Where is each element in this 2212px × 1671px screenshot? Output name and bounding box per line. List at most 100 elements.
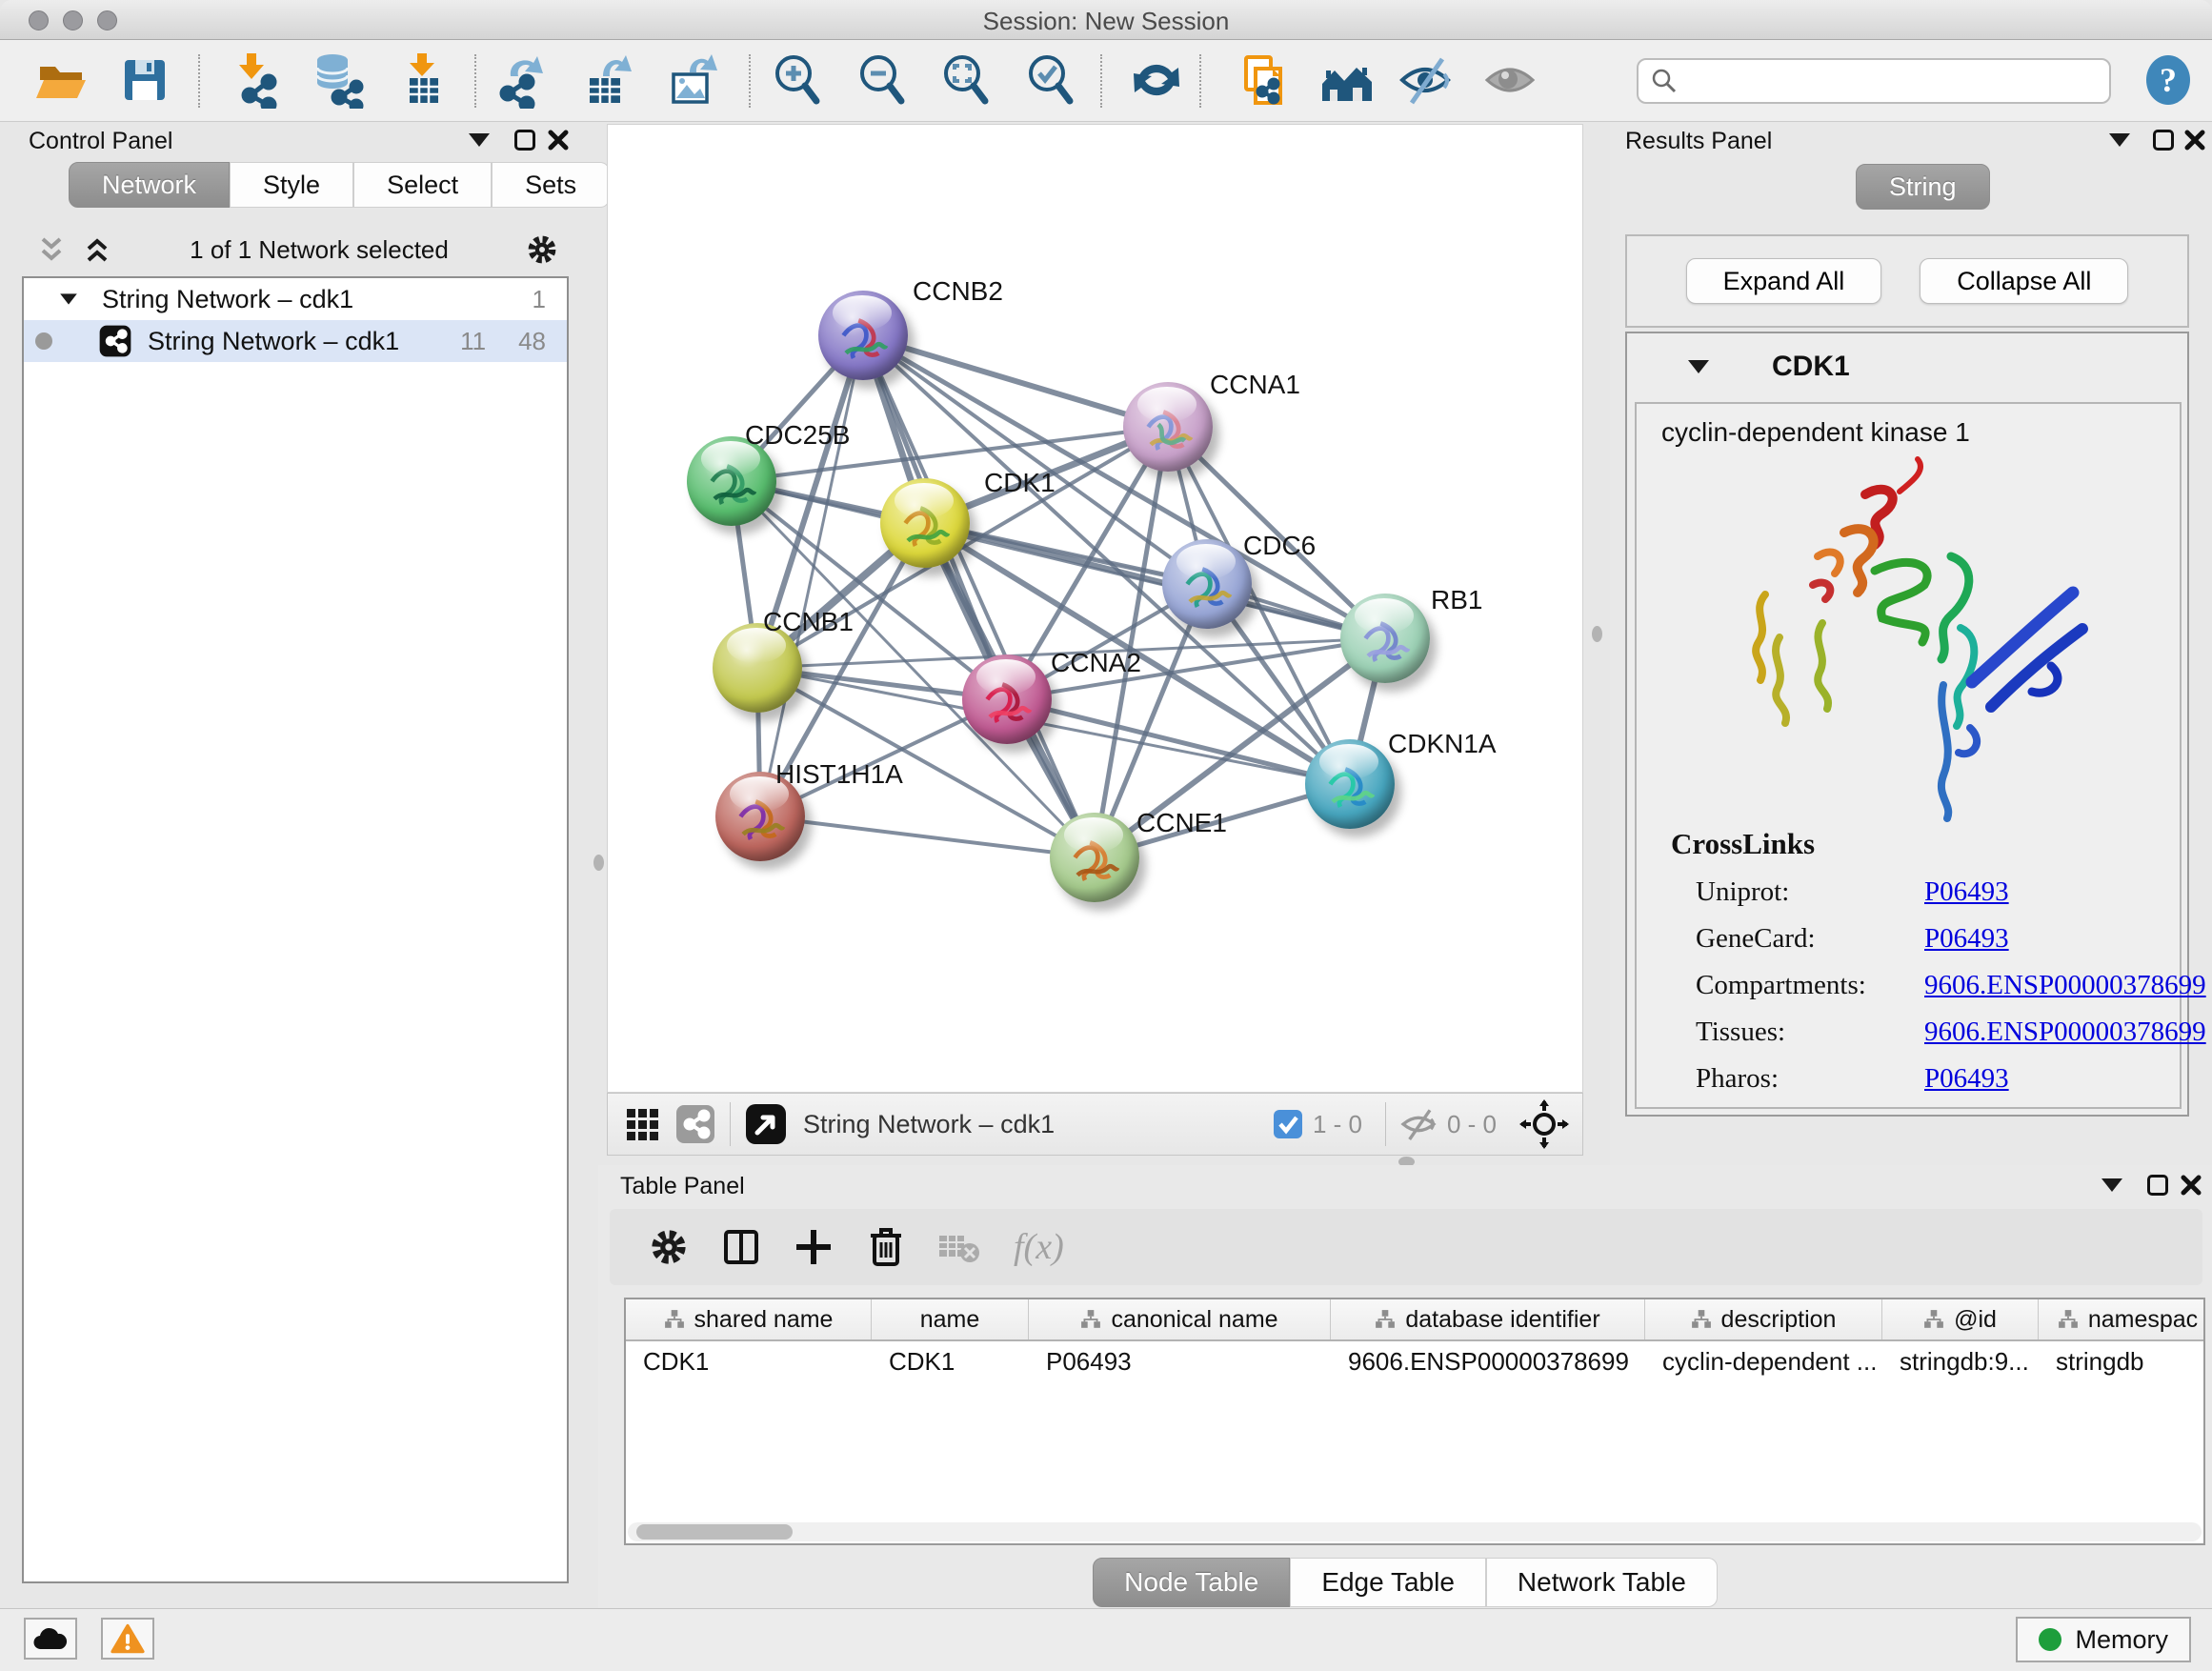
save-session-button[interactable] bbox=[116, 51, 173, 111]
table-cell[interactable]: stringdb:9... bbox=[1882, 1347, 2039, 1377]
clone-network-button[interactable] bbox=[1235, 51, 1292, 111]
delete-column-icon[interactable] bbox=[867, 1226, 905, 1268]
search-input[interactable] bbox=[1679, 67, 2098, 96]
panel-menu-icon[interactable] bbox=[2109, 133, 2130, 147]
warnings-button[interactable] bbox=[101, 1618, 154, 1660]
results-actions: Expand All Collapse All bbox=[1625, 234, 2189, 328]
table-cell[interactable]: 9606.ENSP00000378699 bbox=[1331, 1347, 1645, 1377]
table-cell[interactable]: cyclin-dependent ... bbox=[1645, 1347, 1882, 1377]
network-edge[interactable] bbox=[760, 816, 1095, 857]
help-button[interactable]: ? bbox=[2140, 51, 2197, 111]
scrollbar-thumb[interactable] bbox=[636, 1524, 793, 1540]
crosslink-link[interactable]: P06493 bbox=[1924, 1063, 2009, 1095]
table-options-gear-icon[interactable] bbox=[648, 1226, 690, 1268]
zoom-out-button[interactable] bbox=[854, 51, 911, 111]
grid-view-icon[interactable] bbox=[623, 1105, 661, 1143]
export-table-button[interactable] bbox=[578, 51, 635, 111]
column-header-database-identifier[interactable]: database identifier bbox=[1331, 1299, 1645, 1339]
network-node[interactable] bbox=[1305, 739, 1395, 829]
tab-edge-table[interactable]: Edge Table bbox=[1290, 1558, 1486, 1607]
float-panel-button[interactable] bbox=[514, 130, 535, 151]
zoom-fit-button[interactable] bbox=[937, 51, 995, 111]
network-edge[interactable] bbox=[863, 335, 1168, 427]
gene-section-header[interactable]: CDK1 bbox=[1627, 333, 2187, 400]
crosslink-link[interactable]: P06493 bbox=[1924, 923, 2009, 955]
network-view-icon[interactable] bbox=[674, 1103, 716, 1145]
memory-button[interactable]: Memory bbox=[2016, 1617, 2191, 1662]
network-node[interactable] bbox=[818, 291, 908, 380]
network-node[interactable] bbox=[1162, 539, 1252, 629]
expand-all-tree-icon[interactable] bbox=[81, 233, 113, 266]
apply-layout-button[interactable] bbox=[1128, 51, 1185, 111]
network-node[interactable] bbox=[880, 478, 970, 568]
collapse-all-tree-icon[interactable] bbox=[35, 233, 68, 266]
column-header-canonical-name[interactable]: canonical name bbox=[1029, 1299, 1331, 1339]
ndex-browse-button[interactable] bbox=[1318, 51, 1376, 111]
float-panel-button[interactable] bbox=[2153, 130, 2174, 151]
column-header-description[interactable]: description bbox=[1645, 1299, 1882, 1339]
network-node[interactable] bbox=[1123, 382, 1213, 472]
panel-menu-icon[interactable] bbox=[2101, 1178, 2122, 1192]
float-panel-button[interactable] bbox=[2147, 1175, 2168, 1196]
hide-selected-icon[interactable] bbox=[1397, 51, 1454, 111]
import-network-file-button[interactable] bbox=[226, 51, 283, 111]
zoom-selected-button[interactable] bbox=[1022, 51, 1079, 111]
vertical-splitter-handle[interactable] bbox=[1592, 626, 1602, 642]
table-cell[interactable]: stringdb bbox=[2039, 1347, 2205, 1377]
column-header-name[interactable]: name bbox=[872, 1299, 1029, 1339]
network-node[interactable] bbox=[962, 654, 1052, 744]
column-type-icon bbox=[1375, 1309, 1396, 1330]
crosslink-row: Uniprot:P06493 bbox=[1671, 876, 2206, 908]
tree-row-group[interactable]: String Network – cdk11 bbox=[24, 278, 567, 320]
panel-menu-icon[interactable] bbox=[469, 133, 490, 147]
network-edge[interactable] bbox=[760, 335, 863, 816]
tab-string[interactable]: String bbox=[1856, 164, 1990, 210]
close-panel-icon[interactable] bbox=[2180, 1174, 2202, 1197]
import-network-database-button[interactable] bbox=[310, 51, 367, 111]
collapse-all-button[interactable]: Collapse All bbox=[1920, 258, 2128, 304]
hidden-eye-slash-icon[interactable] bbox=[1399, 1105, 1438, 1143]
collapse-section-icon[interactable] bbox=[1688, 360, 1709, 373]
detach-view-icon[interactable] bbox=[744, 1102, 788, 1146]
network-canvas[interactable]: CCNB2CCNA1CDC25BCDK1CDC6RB1CCNB1CCNA2CDK… bbox=[607, 124, 1583, 1093]
birds-eye-crosshair-icon[interactable] bbox=[1519, 1099, 1569, 1149]
table-cell[interactable]: P06493 bbox=[1029, 1347, 1331, 1377]
column-header-namespac[interactable]: namespac bbox=[2039, 1299, 2205, 1339]
zoom-in-button[interactable] bbox=[769, 51, 826, 111]
network-node[interactable] bbox=[1050, 813, 1139, 902]
crosslink-link[interactable]: 9606.ENSP00000378699 bbox=[1924, 970, 2206, 1001]
vertical-splitter-handle[interactable] bbox=[593, 855, 604, 871]
selected-checkbox-icon[interactable] bbox=[1273, 1109, 1303, 1139]
titlebar: Session: New Session bbox=[0, 0, 2212, 40]
network-edge[interactable] bbox=[925, 523, 1385, 638]
tab-network-table[interactable]: Network Table bbox=[1486, 1558, 1718, 1607]
tree-row-network[interactable]: String Network – cdk11148 bbox=[24, 320, 567, 362]
tree-expand-icon[interactable] bbox=[60, 293, 77, 304]
close-panel-icon[interactable] bbox=[2183, 129, 2206, 151]
table-cell[interactable]: CDK1 bbox=[626, 1347, 872, 1377]
create-column-icon[interactable] bbox=[793, 1226, 835, 1268]
show-columns-icon[interactable] bbox=[720, 1226, 762, 1268]
tab-node-table[interactable]: Node Table bbox=[1093, 1558, 1290, 1607]
crosslink-link[interactable]: P06493 bbox=[1924, 876, 2009, 908]
export-network-button[interactable] bbox=[493, 51, 551, 111]
export-image-button[interactable] bbox=[663, 51, 720, 111]
table-cell[interactable]: CDK1 bbox=[872, 1347, 1029, 1377]
column-header-@id[interactable]: @id bbox=[1882, 1299, 2039, 1339]
crosslink-row: GeneCard:P06493 bbox=[1671, 923, 2206, 955]
network-options-gear-icon[interactable] bbox=[525, 232, 559, 267]
import-table-button[interactable] bbox=[394, 51, 452, 111]
table-horizontal-scrollbar[interactable] bbox=[628, 1522, 2202, 1541]
expand-all-button[interactable]: Expand All bbox=[1686, 258, 1882, 304]
cloud-status-button[interactable] bbox=[24, 1618, 77, 1660]
tab-select[interactable]: Select bbox=[353, 162, 492, 208]
tab-network[interactable]: Network bbox=[69, 162, 230, 208]
close-panel-icon[interactable] bbox=[547, 129, 570, 151]
tab-sets[interactable]: Sets bbox=[492, 162, 610, 208]
column-type-icon bbox=[1691, 1309, 1712, 1330]
open-session-button[interactable] bbox=[32, 51, 90, 111]
network-node[interactable] bbox=[1340, 594, 1430, 683]
column-header-shared-name[interactable]: shared name bbox=[626, 1299, 872, 1339]
crosslink-link[interactable]: 9606.ENSP00000378699 bbox=[1924, 1017, 2206, 1048]
tab-style[interactable]: Style bbox=[230, 162, 353, 208]
